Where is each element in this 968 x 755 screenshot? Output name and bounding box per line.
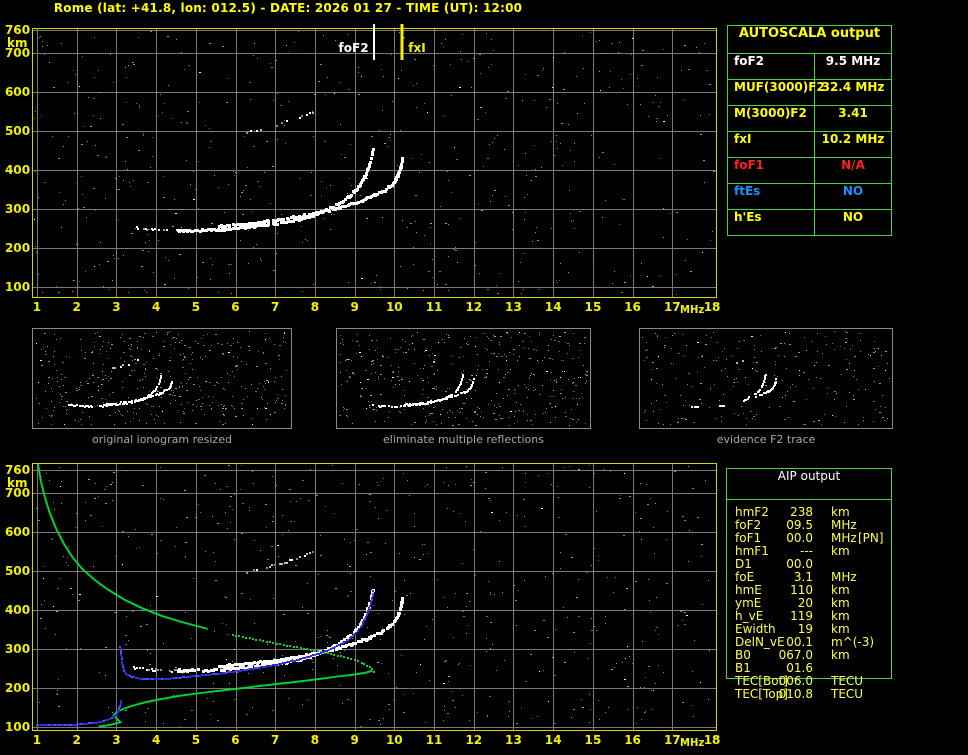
aip-table-header: AIP output (727, 469, 891, 500)
aip-row-TEC[Top]: TEC[Top] 010.8 TECU (727, 687, 891, 701)
aip-row-unit: km (831, 505, 850, 519)
aip-row-value: 00.1 (786, 635, 813, 649)
aip-row-unit: km (831, 622, 850, 636)
aip-row-unit: TECU (831, 687, 864, 701)
aip-row-label: D1 (735, 557, 752, 571)
autoscala-row-label: foF1 (728, 158, 815, 183)
autoscala-row-value: 9.5 MHz (825, 54, 881, 68)
aip-row-value: 3.1 (793, 570, 813, 584)
aip-row-hmF1: hmF1 --- km (727, 544, 891, 558)
autoscala-row-label: MUF(3000)F2 (728, 80, 825, 105)
autoscala-row-label: fxI (728, 132, 815, 157)
aip-row-foF1: foF1 00.0 MHz [PN] (727, 531, 891, 545)
autoscala-row-value: NO (842, 210, 864, 224)
aip-row-hmF2: hmF2 238 km (727, 505, 891, 519)
aip-row-value: 238 (790, 505, 813, 519)
aip-row-value: --- (800, 544, 813, 558)
autoscala-row-M(3000)F2: M(3000)F2 3.41 (728, 106, 891, 132)
aip-row-extra: [PN] (858, 531, 884, 545)
aip-row-label: B0 (735, 648, 751, 662)
aip-row-value: 00.0 (786, 557, 813, 571)
aip-row-hmE: hmE 110 km (727, 583, 891, 597)
aip-row-value: 01.6 (786, 661, 813, 675)
autoscala-window: { "title": "Rome (lat: +41.8, lon: 012.5… (0, 0, 968, 755)
autoscala-row-value: 10.2 MHz (821, 132, 885, 146)
aip-row-unit: km (831, 583, 850, 597)
autoscala-row-label: foF2 (728, 54, 815, 79)
aip-row-unit: MHz (831, 570, 857, 584)
thumbnail-evidence-f2-trace (639, 328, 893, 429)
autoscala-row-ftEs: ftEs NO (728, 184, 891, 210)
aip-row-unit: km (831, 596, 850, 610)
aip-row-value: 20 (797, 596, 813, 610)
aip-row-D1: D1 00.0 (727, 557, 891, 571)
aip-row-value: 119 (790, 609, 813, 623)
station-date-title: Rome (lat: +41.8, lon: 012.5) - DATE: 20… (53, 1, 523, 15)
thumbnail-caption-eliminate: eliminate multiple reflections (383, 433, 544, 446)
aip-row-value: 19 (797, 622, 813, 636)
aip-row-TEC[Bot]: TEC[Bot] 006.0 TECU (727, 674, 891, 688)
aip-row-DelN_vE: DelN_vE 00.1 m^(-3) (727, 635, 891, 649)
aip-row-value: 110 (790, 583, 813, 597)
aip-row-value: 067.0 (778, 648, 813, 662)
aip-row-value: 00.0 (786, 531, 813, 545)
aip-row-value: 006.0 (778, 674, 813, 688)
autoscala-row-MUF(3000)F2: MUF(3000)F2 32.4 MHz (728, 80, 891, 106)
autoscala-row-value: NO (842, 184, 864, 198)
autoscala-output-table: AUTOSCALA output foF2 9.5 MHz MUF(3000)F2 3… (727, 25, 892, 236)
autoscala-row-label: h'Es (728, 210, 815, 235)
autoscala-row-value: N/A (841, 158, 865, 172)
aip-row-h_vE: h_vE 119 km (727, 609, 891, 623)
aip-row-value: 010.8 (778, 687, 813, 701)
thumbnail-original-ionogram (32, 328, 292, 429)
aip-row-unit: km (831, 648, 850, 662)
autoscala-row-label: M(3000)F2 (728, 106, 815, 131)
aip-row-ymE: ymE 20 km (727, 596, 891, 610)
autoscala-table-rows: foF2 9.5 MHz MUF(3000)F2 32.4 MHz M(3000)F2 3… (728, 54, 891, 235)
aip-output-table: AIP output hmF2 238 km foF2 09.5 MHz foF1 00.0 M… (726, 468, 892, 701)
thumbnail-caption-original: original ionogram resized (92, 433, 232, 446)
aip-row-unit: km (831, 609, 850, 623)
aip-row-unit: MHz (831, 531, 857, 545)
autoscala-row-value: 32.4 MHz (821, 80, 885, 94)
aip-row-value: 09.5 (786, 518, 813, 532)
autoscala-row-h'Es: h'Es NO (728, 210, 891, 235)
autoscala-row-foF2: foF2 9.5 MHz (728, 54, 891, 80)
autoscala-row-label: ftEs (728, 184, 815, 209)
bottom-profile-plot (0, 453, 735, 755)
aip-row-Ewidth: Ewidth 19 km (727, 622, 891, 636)
aip-row-foE: foE 3.1 MHz (727, 570, 891, 584)
aip-row-B1: B1 01.6 (727, 661, 891, 675)
aip-row-foF2: foF2 09.5 MHz (727, 518, 891, 532)
autoscala-table-header: AUTOSCALA output (728, 26, 891, 54)
aip-row-label: B1 (735, 661, 751, 675)
thumbnail-caption-evidence: evidence F2 trace (716, 433, 816, 446)
autoscala-row-value: 3.41 (838, 106, 868, 120)
autoscala-row-foF1: foF1 N/A (728, 158, 891, 184)
aip-row-unit: km (831, 544, 850, 558)
aip-row-unit: MHz (831, 518, 857, 532)
thumbnail-eliminate-multiples (336, 328, 591, 429)
aip-row-B0: B0 067.0 km (727, 648, 891, 662)
aip-row-unit: m^(-3) (831, 635, 875, 649)
autoscala-row-fxI: fxI 10.2 MHz (728, 132, 891, 158)
top-ionogram-plot (0, 16, 735, 318)
aip-row-unit: TECU (831, 674, 864, 688)
